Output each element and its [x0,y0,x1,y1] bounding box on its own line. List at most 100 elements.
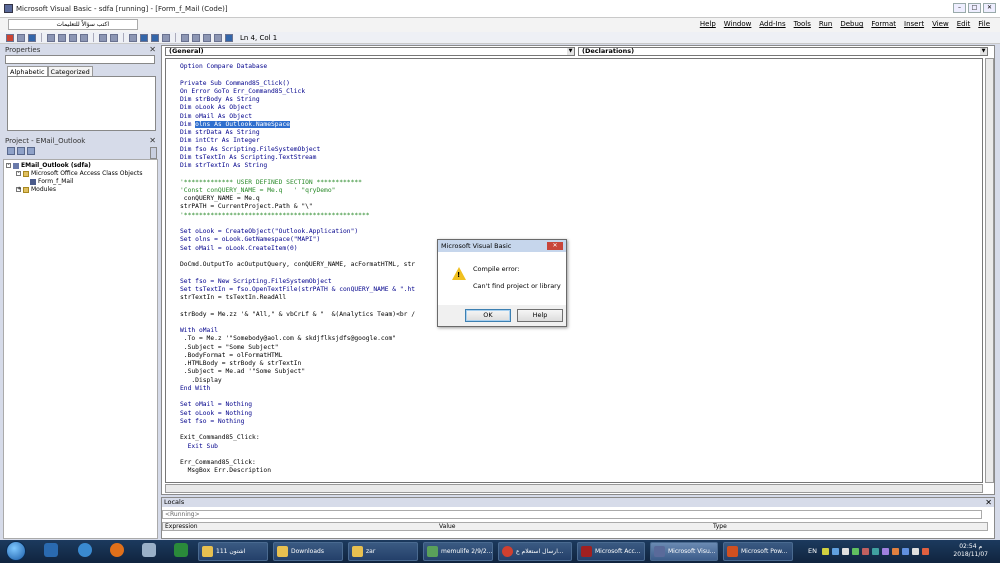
toggle-folders-icon[interactable] [27,147,35,155]
column-type[interactable]: Type [713,523,727,531]
menu-run[interactable]: Run [819,20,832,28]
cut-icon[interactable] [47,33,55,42]
tray-icon[interactable] [831,547,839,555]
toolbox-icon[interactable] [214,33,222,42]
object-combo[interactable]: (General) ▼ [165,47,575,56]
close-window-button[interactable]: ✕ [983,3,996,13]
taskbar-item[interactable]: Microsoft Acc... [577,542,645,561]
code-line[interactable]: strPATH = CurrentProject.Path & "\" [180,203,313,211]
network-icon[interactable] [901,547,909,555]
code-line[interactable]: End With [180,385,210,393]
code-line[interactable]: Dim oLook As Object [180,104,252,112]
save-icon[interactable] [28,33,36,42]
taskbar-item[interactable]: Downloads [273,542,343,561]
menu-addins[interactable]: Add-Ins [759,20,785,28]
code-line[interactable]: MsgBox Err.Description [180,467,271,475]
menu-format[interactable]: Format [871,20,896,28]
redo-icon[interactable] [110,33,118,42]
code-line[interactable]: Exit Sub [180,443,218,451]
code-horizontal-scrollbar[interactable] [165,484,983,493]
tray-icon[interactable] [841,547,849,555]
tray-icon[interactable] [881,547,889,555]
code-line[interactable]: Dim oMail As Object [180,113,252,121]
menu-view[interactable]: View [932,20,949,28]
code-line[interactable]: '***************************************… [180,212,370,220]
code-line[interactable]: Exit_Command85_Click: [180,434,260,442]
tray-icon[interactable] [861,547,869,555]
chevron-down-icon[interactable]: ▼ [567,48,574,55]
menu-help[interactable]: Help [700,20,716,28]
code-line[interactable]: .Display [180,377,221,385]
collapse-icon[interactable]: - [6,163,11,168]
tree-item-form[interactable]: Form_f_Mail [30,178,73,185]
code-line[interactable]: Dim fso As Scripting.FileSystemObject [180,146,320,154]
properties-grid[interactable] [7,76,156,131]
menu-file[interactable]: File [978,20,990,28]
start-button[interactable] [6,541,26,561]
code-line[interactable]: Set oMail = oLook.CreateItem(0) [180,245,298,253]
help-question-box[interactable]: اكتب سؤالاً للتعليمات [8,19,138,30]
tray-icon[interactable] [821,547,829,555]
help-icon[interactable] [225,33,233,42]
tree-item-project[interactable]: - EMail_Outlook (sdfa) [6,162,91,169]
find-icon[interactable] [80,33,88,42]
taskbar-item[interactable]: اشتون 111 [198,542,268,561]
help-button[interactable]: Help [517,309,563,322]
code-line[interactable]: Set oLook = Nothing [180,410,252,418]
design-mode-icon[interactable] [162,33,170,42]
menu-debug[interactable]: Debug [840,20,863,28]
column-expression[interactable]: Expression [165,523,198,531]
column-value[interactable]: Value [439,523,455,531]
code-line[interactable]: Set tsTextIn = fso.OpenTextFile(strPATH … [180,286,415,294]
code-line[interactable]: With oMail [180,327,218,335]
code-vertical-scrollbar[interactable] [985,58,994,483]
taskbar-item[interactable]: ارسال استعلام ع... [498,542,572,561]
taskbar-item[interactable]: zar [348,542,418,561]
firefox-icon[interactable] [110,543,124,557]
code-line[interactable]: Private Sub Command85_Click() [180,80,290,88]
run-icon[interactable] [129,33,137,42]
project-scrollbar[interactable] [150,147,157,159]
code-line[interactable]: 'Const conQUERY_NAME = Me.q ' "qryDemo" [180,187,335,195]
tray-icon[interactable] [851,547,859,555]
taskbar-item-active[interactable]: Microsoft Visu... [650,542,718,561]
close-icon[interactable]: ✕ [149,136,156,146]
code-line[interactable]: .Subject = Me.ad '"Some Subject" [180,368,305,376]
code-line[interactable]: Set oLook = CreateObject("Outlook.Applic… [180,228,358,236]
taskbar-item[interactable]: memulife 2/9/2... [423,542,493,561]
media-player-icon[interactable] [44,543,58,557]
clock[interactable]: 02:54 م 2018/11/07 [953,543,988,559]
code-line[interactable]: strBody = Me.zz '& "All," & vbCrLf & " &… [180,311,415,319]
procedure-combo[interactable]: (Declarations) ▼ [578,47,988,56]
break-icon[interactable] [140,33,148,42]
close-icon[interactable]: ✕ [985,498,992,507]
dialog-close-button[interactable]: ✕ [547,242,563,250]
reset-icon[interactable] [151,33,159,42]
code-line[interactable]: Set olns = oLook.GetNamespace("MAPI") [180,236,320,244]
expand-icon[interactable]: + [16,187,21,192]
paste-icon[interactable] [69,33,77,42]
code-line[interactable]: Dim strData As String [180,129,260,137]
tree-item-class-objects[interactable]: - Microsoft Office Access Class Objects [16,170,142,177]
menu-tools[interactable]: Tools [794,20,811,28]
code-line[interactable]: .Subject = "Some Subject" [180,344,279,352]
code-line[interactable]: On Error GoTo Err_Command85_Click [180,88,305,96]
code-line[interactable]: .HTMLBody = strBody & strTextIn [180,360,302,368]
properties-object-combo[interactable] [5,55,155,64]
code-line[interactable]: Err_Command85_Click: [180,459,256,467]
code-line[interactable]: Dim strTextIn As String [180,162,267,170]
excel-icon[interactable] [174,543,188,557]
view-object-icon[interactable] [17,147,25,155]
code-line[interactable]: Set fso = New Scripting.FileSystemObject [180,278,332,286]
undo-icon[interactable] [99,33,107,42]
tray-icon[interactable] [891,547,899,555]
code-line[interactable]: Set oMail = Nothing [180,401,252,409]
internet-explorer-icon[interactable] [78,543,92,557]
code-line[interactable]: Dim strBody As String [180,96,260,104]
menu-window[interactable]: Window [724,20,752,28]
language-indicator[interactable]: EN [808,547,817,555]
code-line[interactable]: Dim tsTextIn As Scripting.TextStream [180,154,316,162]
code-line[interactable]: strTextIn = tsTextIn.ReadAll [180,294,286,302]
menu-insert[interactable]: Insert [904,20,924,28]
code-line[interactable]: Option Compare Database [180,63,267,71]
